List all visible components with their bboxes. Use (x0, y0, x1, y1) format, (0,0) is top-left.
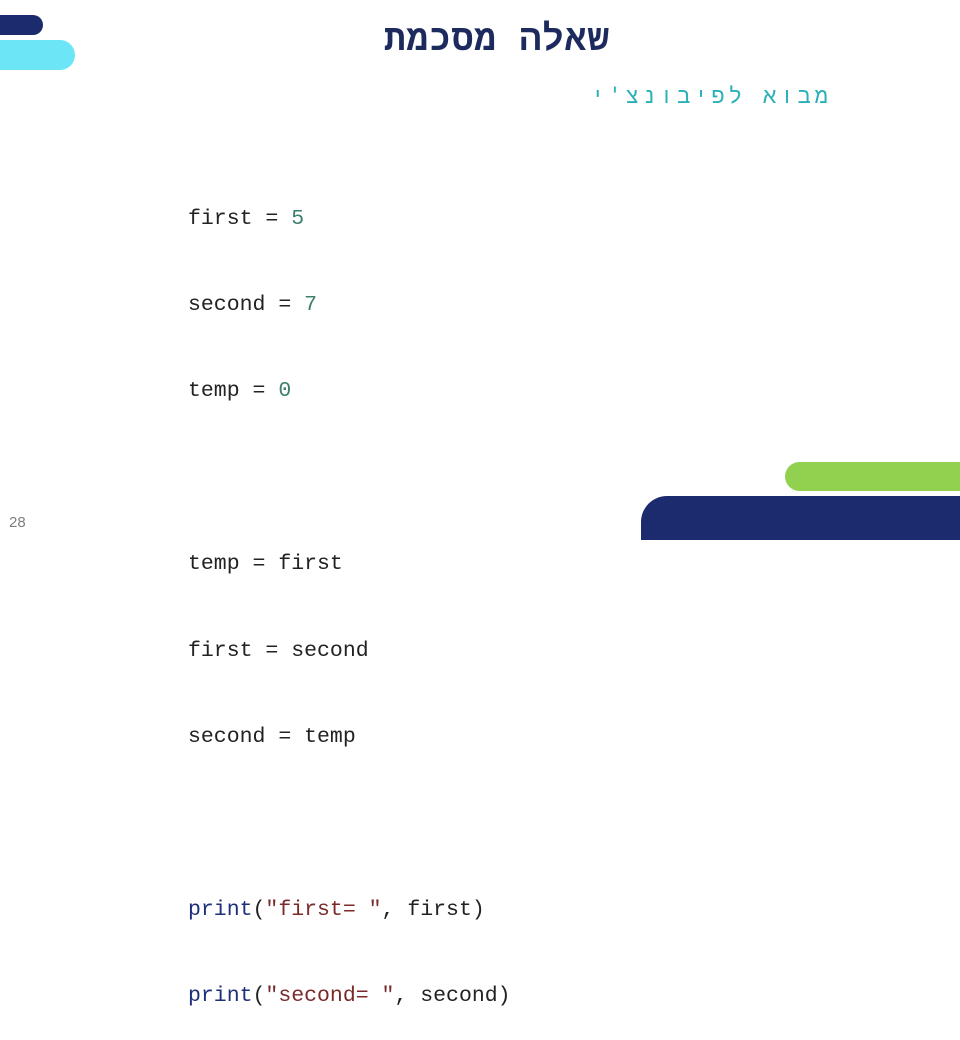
code-variable: first (188, 206, 253, 231)
code-string: "second= " (265, 984, 395, 1009)
decor-bar-navy-top (0, 15, 43, 35)
code-variable: temp (188, 379, 240, 404)
code-paren: ( (252, 897, 266, 922)
slide-title: שאלה מסכמת (383, 18, 610, 59)
code-operator: = (252, 206, 292, 231)
page-number: 28 (9, 514, 26, 531)
code-line: temp = 0 (188, 377, 511, 406)
slide-subtitle: מבוא לפיבונצ'י (591, 84, 832, 109)
code-number: 5 (291, 206, 305, 231)
code-block: first = 5 second = 7 temp = 0 temp = fir… (188, 147, 511, 1040)
code-number: 0 (278, 379, 292, 404)
decor-bar-green-bottom (785, 462, 960, 491)
code-operator: = (265, 292, 305, 317)
decor-bar-navy-bottom (641, 496, 960, 540)
code-line: print("second= ", second) (188, 982, 511, 1011)
code-number: 7 (304, 292, 318, 317)
code-function: print (188, 984, 253, 1009)
code-line: print("first= ", first) (188, 896, 511, 925)
code-line: first = 5 (188, 205, 511, 234)
code-args: , first) (381, 897, 485, 922)
code-line: second = 7 (188, 291, 511, 320)
code-variable: second (188, 292, 266, 317)
code-args: , second) (394, 984, 511, 1009)
code-paren: ( (252, 984, 266, 1009)
code-line: second = temp (188, 724, 356, 749)
code-operator: = (239, 379, 279, 404)
code-line: first = second (188, 638, 369, 663)
code-function: print (188, 897, 253, 922)
code-line: temp = first (188, 552, 343, 577)
decor-bar-cyan-top (0, 40, 75, 70)
code-string: "first= " (265, 897, 382, 922)
